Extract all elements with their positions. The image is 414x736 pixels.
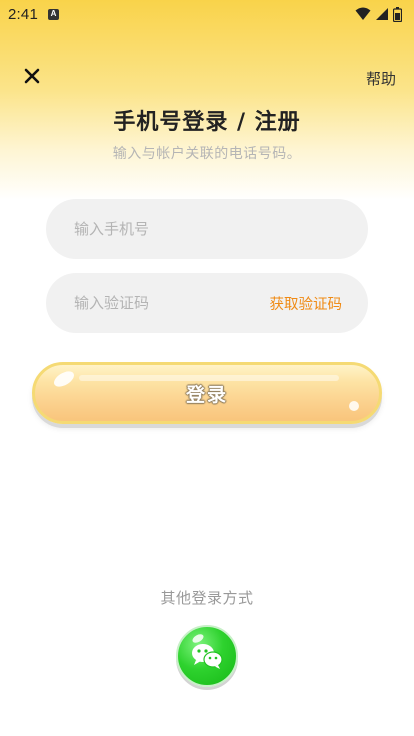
button-highlight (51, 368, 77, 390)
other-login-label: 其他登录方式 (160, 589, 254, 607)
wechat-icon (192, 644, 223, 669)
phone-field[interactable] (46, 199, 368, 259)
verification-code-input[interactable] (74, 294, 270, 312)
close-icon (24, 68, 40, 84)
page-title: 手机号登录 / 注册 (113, 110, 301, 135)
code-field[interactable]: 获取验证码 (46, 273, 368, 333)
button-highlight-dot (349, 401, 359, 411)
page-subtitle: 输入与帐户关联的电话号码。 (112, 146, 302, 162)
get-code-button[interactable]: 获取验证码 (270, 293, 343, 314)
header-background (0, 0, 414, 200)
signal-icon (376, 8, 388, 20)
help-link[interactable]: 帮助 (366, 68, 396, 89)
phone-input[interactable] (74, 220, 342, 238)
login-button[interactable]: 登录 (32, 362, 382, 424)
status-bar: 2:41 A (0, 0, 414, 28)
close-button[interactable] (18, 62, 46, 90)
battery-icon (393, 6, 402, 22)
wifi-icon (355, 7, 371, 20)
status-time: 2:41 (8, 5, 38, 23)
status-icons (355, 6, 402, 22)
notification-badge-icon: A (48, 8, 59, 20)
wechat-login-button[interactable] (176, 625, 238, 687)
login-button-label: 登录 (185, 383, 228, 406)
top-nav: 帮助 (0, 56, 414, 100)
notification-badge-letter: A (50, 9, 57, 18)
